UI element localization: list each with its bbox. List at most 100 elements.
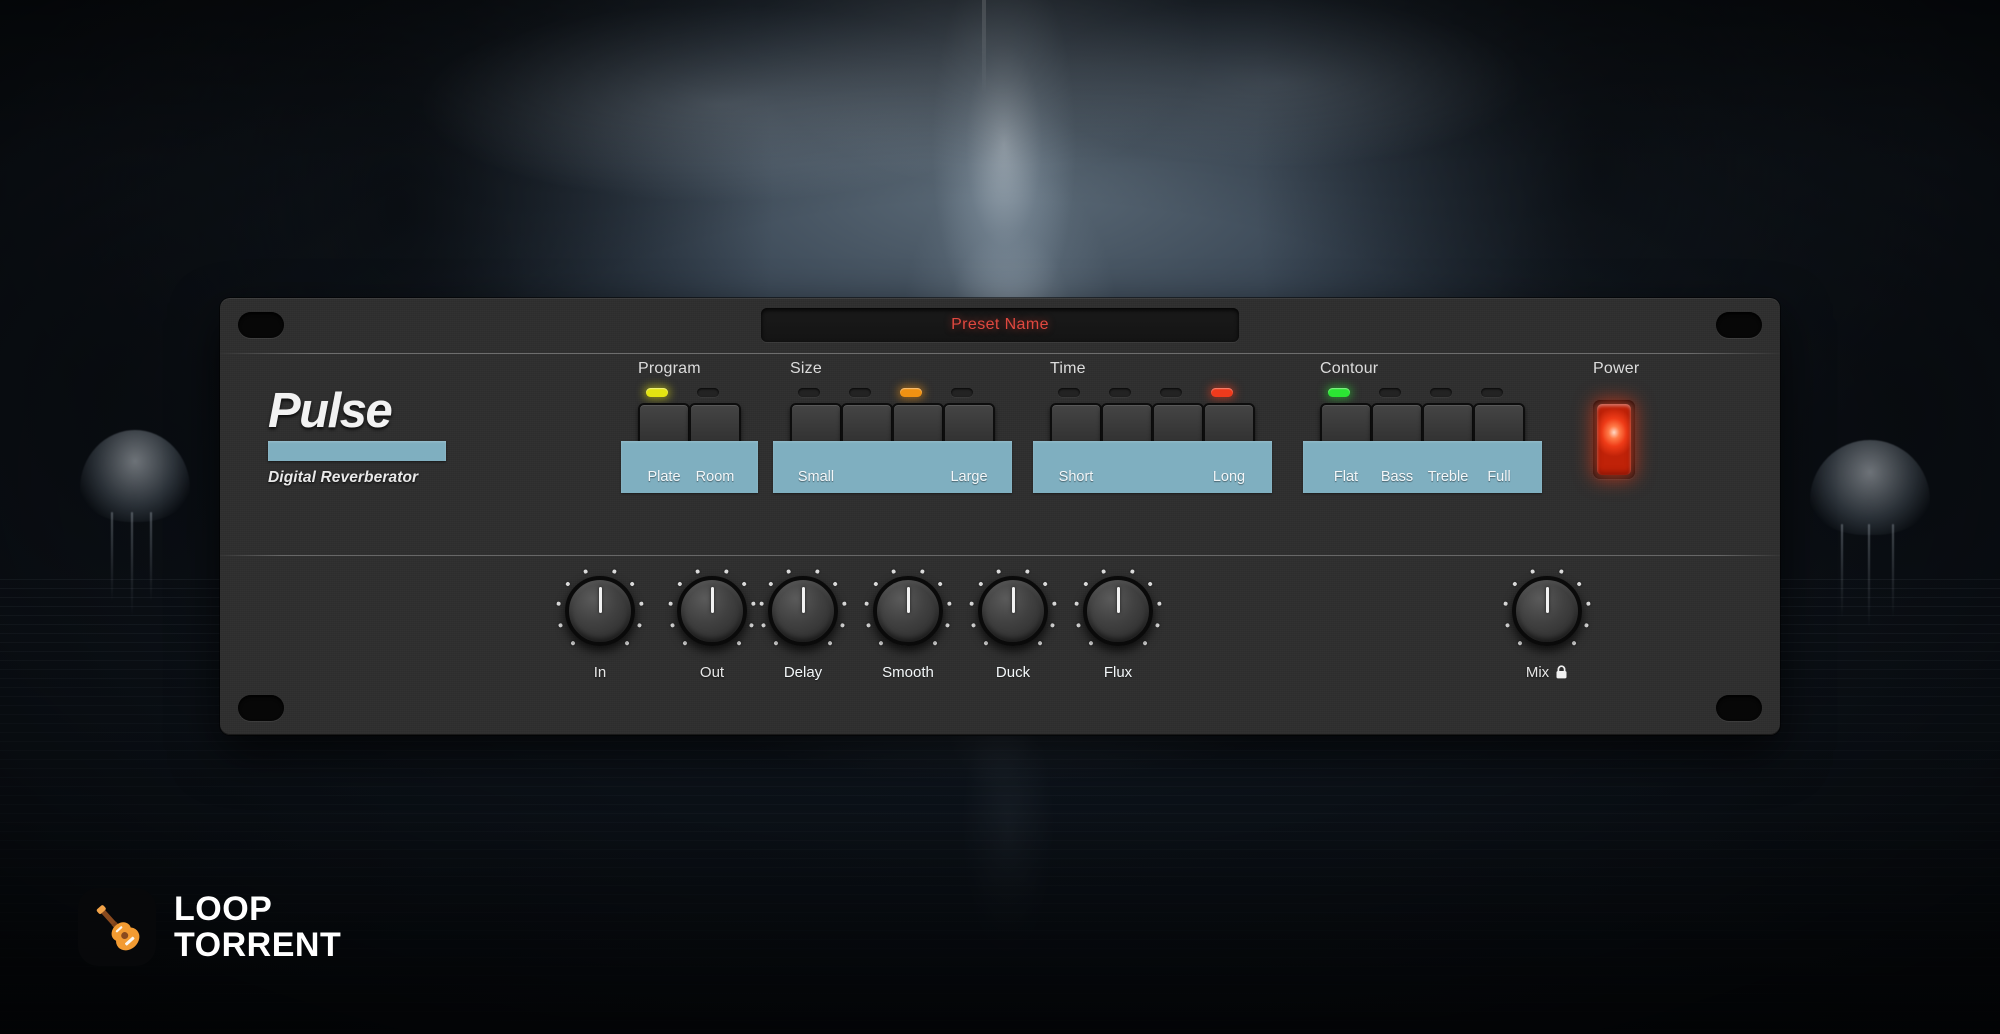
knob-label-delay: Delay bbox=[758, 664, 848, 681]
knob-unit-delay: Delay bbox=[758, 566, 848, 681]
knob-delay[interactable] bbox=[768, 576, 838, 646]
knob-tick-smooth-3 bbox=[873, 581, 879, 587]
knob-tick-smooth-9 bbox=[932, 640, 938, 646]
label-row-program: Plate Room bbox=[638, 469, 741, 491]
label-row-size: Small Large bbox=[790, 469, 995, 491]
knob-label-flux: Flux bbox=[1073, 664, 1163, 681]
knob-ring-out bbox=[667, 566, 757, 656]
knob-label-mix: Mix bbox=[1502, 664, 1592, 683]
knob-tick-in-6 bbox=[629, 581, 635, 587]
knob-ring-smooth bbox=[863, 566, 953, 656]
button-label-large: Large bbox=[950, 469, 988, 485]
knob-tick-mix-4 bbox=[1530, 568, 1536, 575]
knob-label-text-flux: Flux bbox=[1103, 664, 1133, 681]
button-label-long: Long bbox=[1212, 469, 1246, 485]
watermark-logo: LOOP TORRENT bbox=[78, 888, 341, 966]
knob-label-duck: Duck bbox=[968, 664, 1058, 681]
led-program-0 bbox=[646, 388, 668, 397]
knob-tick-delay-5 bbox=[814, 568, 820, 575]
knob-tick-in-7 bbox=[639, 601, 644, 607]
knob-flux[interactable] bbox=[1083, 576, 1153, 646]
knob-tick-in-8 bbox=[636, 622, 643, 628]
knob-tick-duck-3 bbox=[978, 581, 984, 587]
knob-label-in: In bbox=[555, 664, 645, 681]
led-contour-1 bbox=[1379, 388, 1401, 397]
button-label-treble: Treble bbox=[1427, 469, 1469, 485]
knob-tick-mix-3 bbox=[1512, 581, 1518, 587]
group-title-contour: Contour bbox=[1320, 360, 1379, 377]
knob-tick-flux-0 bbox=[1088, 640, 1094, 646]
knob-label-text-duck: Duck bbox=[995, 664, 1031, 681]
power-lamp-icon bbox=[1597, 404, 1631, 475]
knob-tick-smooth-0 bbox=[878, 640, 884, 646]
power-switch[interactable] bbox=[1593, 400, 1635, 479]
knob-tick-delay-1 bbox=[760, 622, 767, 628]
knob-tick-in-2 bbox=[556, 601, 561, 607]
knob-ring-flux bbox=[1073, 566, 1163, 656]
led-contour-0 bbox=[1328, 388, 1350, 397]
knob-label-text-delay: Delay bbox=[783, 664, 823, 681]
knob-tick-in-5 bbox=[611, 568, 617, 575]
knob-tick-delay-4 bbox=[786, 568, 792, 575]
knob-tick-flux-6 bbox=[1147, 581, 1153, 587]
knob-tick-mix-2 bbox=[1503, 601, 1508, 607]
knob-tick-in-3 bbox=[565, 581, 571, 587]
knob-ring-delay bbox=[758, 566, 848, 656]
knob-tick-smooth-4 bbox=[891, 568, 897, 575]
knob-tick-out-9 bbox=[736, 640, 742, 646]
brand-name: Pulse bbox=[268, 384, 393, 438]
led-row-contour bbox=[1320, 388, 1503, 397]
knob-tick-smooth-7 bbox=[947, 601, 952, 607]
knob-tick-mix-9 bbox=[1571, 640, 1577, 646]
power-group-title: Power bbox=[1593, 360, 1640, 377]
lower-knob-section: In Out Delay Smooth Duck Flux Mix bbox=[220, 556, 1780, 735]
knob-in[interactable] bbox=[565, 576, 635, 646]
label-row-contour: Flat Bass Treble Full bbox=[1320, 469, 1525, 491]
knob-ring-mix bbox=[1502, 566, 1592, 656]
knob-pointer-delay bbox=[801, 587, 805, 613]
knob-label-text-smooth: Smooth bbox=[882, 664, 934, 681]
knob-tick-in-4 bbox=[583, 568, 589, 575]
knob-tick-delay-3 bbox=[768, 581, 774, 587]
knob-tick-duck-4 bbox=[996, 568, 1002, 575]
knob-out[interactable] bbox=[677, 576, 747, 646]
preset-name-display[interactable]: Preset Name bbox=[761, 308, 1239, 342]
group-title-size: Size bbox=[790, 360, 822, 377]
padlock-icon[interactable] bbox=[1555, 665, 1568, 683]
led-time-1 bbox=[1109, 388, 1131, 397]
knob-duck[interactable] bbox=[978, 576, 1048, 646]
knob-unit-in: In bbox=[555, 566, 645, 681]
knob-tick-smooth-2 bbox=[864, 601, 869, 607]
knob-pointer-out bbox=[710, 587, 714, 613]
knob-tick-duck-8 bbox=[1049, 622, 1056, 628]
knob-pointer-in bbox=[598, 587, 602, 613]
knob-tick-delay-8 bbox=[839, 622, 846, 628]
button-label-full: Full bbox=[1487, 469, 1511, 485]
knob-tick-smooth-6 bbox=[937, 581, 943, 587]
brand-accent-bar bbox=[268, 441, 446, 462]
knob-tick-out-2 bbox=[668, 601, 673, 607]
knob-smooth[interactable] bbox=[873, 576, 943, 646]
knob-tick-out-4 bbox=[695, 568, 701, 575]
knob-pointer-duck bbox=[1011, 587, 1015, 613]
knob-unit-mix: Mix bbox=[1502, 566, 1592, 683]
knob-tick-duck-2 bbox=[969, 601, 974, 607]
button-label-short: Short bbox=[1058, 469, 1094, 485]
group-title-time: Time bbox=[1050, 360, 1086, 377]
led-program-1 bbox=[697, 388, 719, 397]
button-label-small: Small bbox=[797, 469, 835, 485]
watermark-line-2: TORRENT bbox=[174, 926, 342, 964]
knob-tick-delay-9 bbox=[827, 640, 833, 646]
knob-label-text-mix: Mix bbox=[1525, 664, 1550, 681]
knob-label-smooth: Smooth bbox=[863, 664, 953, 681]
knob-mix[interactable] bbox=[1512, 576, 1582, 646]
plugin-rack-panel: Preset Name Pulse Digital Reverberator P… bbox=[220, 298, 1780, 735]
watermark-text: LOOP TORRENT bbox=[174, 891, 341, 963]
knob-tick-flux-3 bbox=[1083, 581, 1089, 587]
upper-control-section: Pulse Digital Reverberator Program Plate R… bbox=[220, 354, 1780, 555]
knob-tick-delay-2 bbox=[759, 601, 764, 607]
led-size-1 bbox=[849, 388, 871, 397]
group-title-program: Program bbox=[638, 360, 701, 377]
knob-tick-in-9 bbox=[624, 640, 630, 646]
panel-header: Preset Name bbox=[220, 298, 1780, 353]
